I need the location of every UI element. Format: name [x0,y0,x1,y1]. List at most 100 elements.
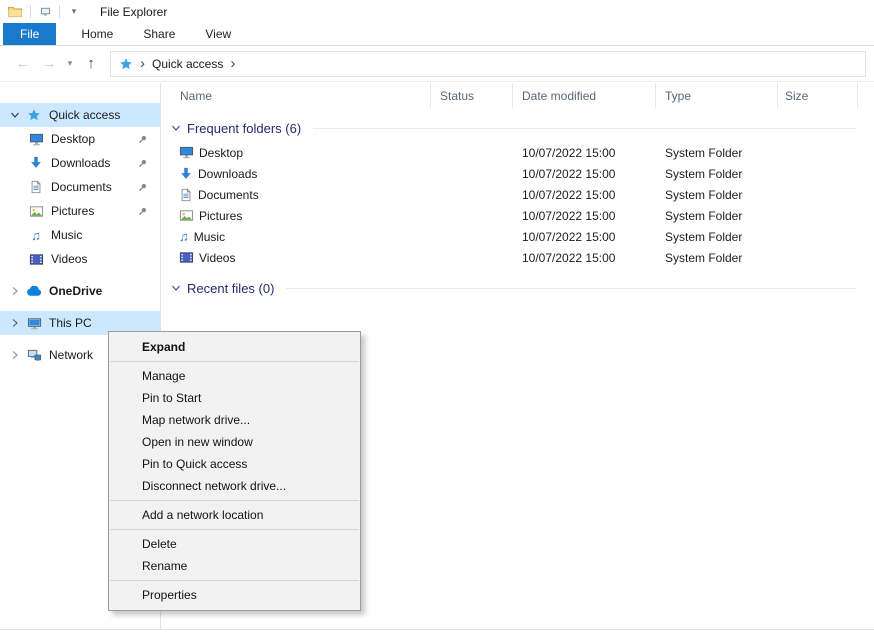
tab-share[interactable]: Share [128,23,190,45]
pin-icon [137,206,148,217]
breadcrumb-quick-access[interactable]: Quick access [152,57,223,71]
sidebar-item-desktop[interactable]: Desktop [0,127,160,151]
group-rule [313,128,856,129]
address-bar[interactable]: › Quick access › [110,51,866,77]
column-header-size[interactable]: Size [778,83,858,108]
sidebar-item-onedrive[interactable]: OneDrive [0,279,160,303]
column-header-type[interactable]: Type [656,83,778,108]
titlebar: ▾ File Explorer [0,0,874,23]
context-menu: Expand Manage Pin to Start Map network d… [108,331,361,611]
menu-item-pin-to-quick-access[interactable]: Pin to Quick access [109,453,360,475]
name-cell: Documents [169,188,431,202]
chevron-down-icon[interactable] [169,123,183,133]
date-modified-cell: 10/07/2022 15:00 [513,230,656,244]
file-row-desktop[interactable]: Desktop 10/07/2022 15:00 System Folder [169,142,874,163]
date-modified-cell: 10/07/2022 15:00 [513,167,656,181]
tab-file[interactable]: File [3,23,56,45]
sidebar-item-label: Videos [51,252,87,266]
name-cell: Pictures [169,208,431,223]
group-header-frequent-folders[interactable]: Frequent folders (6) [169,114,874,142]
column-header-name[interactable]: Name [169,83,431,108]
type-cell: System Folder [656,146,778,160]
file-row-pictures[interactable]: Pictures 10/07/2022 15:00 System Folder [169,205,874,226]
tab-view[interactable]: View [190,23,246,45]
file-row-documents[interactable]: Documents 10/07/2022 15:00 System Folder [169,184,874,205]
column-header-status[interactable]: Status [431,83,513,108]
explorer-folder-icon [7,5,23,18]
pictures-icon [26,204,46,219]
sidebar-item-label: Quick access [49,108,120,122]
name-cell: ♫ Music [169,230,431,244]
videos-icon [179,250,194,265]
file-row-videos[interactable]: Videos 10/07/2022 15:00 System Folder [169,247,874,268]
breadcrumb-chevron[interactable]: › [140,56,145,71]
column-header-date-modified[interactable]: Date modified [513,83,656,108]
pin-icon [137,158,148,169]
menu-item-delete[interactable]: Delete [109,533,360,555]
date-modified-cell: 10/07/2022 15:00 [513,146,656,160]
file-row-music[interactable]: ♫ Music 10/07/2022 15:00 System Folder [169,226,874,247]
chevron-right-icon[interactable] [6,318,24,328]
chevron-right-icon[interactable] [6,350,24,360]
menu-item-pin-to-start[interactable]: Pin to Start [109,387,360,409]
menu-item-rename[interactable]: Rename [109,555,360,577]
navigation-bar: ← → ▾ ↑ › Quick access › [0,46,874,82]
menu-separator [110,529,359,530]
onedrive-cloud-icon [24,286,44,297]
recent-locations-dropdown[interactable]: ▾ [62,52,78,76]
menu-separator [110,361,359,362]
titlebar-separator [59,5,60,18]
menu-item-open-in-new-window[interactable]: Open in new window [109,431,360,453]
back-button[interactable]: ← [10,52,36,76]
sidebar-item-music[interactable]: ♫ Music [0,223,160,247]
desktop-icon [26,132,46,147]
sidebar-item-pictures[interactable]: Pictures [0,199,160,223]
sidebar-item-documents[interactable]: Documents [0,175,160,199]
menu-item-map-network-drive[interactable]: Map network drive... [109,409,360,431]
tab-spacer [56,23,66,45]
file-row-downloads[interactable]: Downloads 10/07/2022 15:00 System Folder [169,163,874,184]
type-cell: System Folder [656,188,778,202]
downloads-icon [179,167,193,181]
sidebar-item-videos[interactable]: Videos [0,247,160,271]
name-cell: Videos [169,250,431,265]
status-bar [0,629,874,641]
menu-item-add-network-location[interactable]: Add a network location [109,504,360,526]
menu-item-properties[interactable]: Properties [109,584,360,606]
quick-access-location-icon [119,57,133,71]
downloads-icon [26,156,46,170]
sidebar-item-downloads[interactable]: Downloads [0,151,160,175]
file-name: Pictures [199,209,242,223]
quick-access-star-icon [24,108,44,122]
file-name: Downloads [198,167,257,181]
breadcrumb-chevron[interactable]: › [230,56,235,71]
up-button[interactable]: ↑ [78,52,104,76]
qat-customize-dropdown-icon[interactable]: ▾ [67,5,81,19]
file-name: Documents [198,188,259,202]
type-cell: System Folder [656,167,778,181]
sidebar-item-quick-access[interactable]: Quick access [0,103,160,127]
menu-separator [110,580,359,581]
menu-item-manage[interactable]: Manage [109,365,360,387]
file-name: Desktop [199,146,243,160]
videos-icon [26,252,46,267]
type-cell: System Folder [656,230,778,244]
pin-icon [137,134,148,145]
sidebar-group-gap [0,303,160,311]
chevron-right-icon[interactable] [6,286,24,296]
tab-home[interactable]: Home [66,23,128,45]
this-pc-icon [24,316,44,331]
quick-access-toolbar-icon[interactable] [38,5,52,19]
group-header-recent-files[interactable]: Recent files (0) [169,274,874,302]
menu-item-disconnect-network-drive[interactable]: Disconnect network drive... [109,475,360,497]
forward-button[interactable]: → [36,52,62,76]
sidebar-item-label: Music [51,228,82,242]
menu-item-expand[interactable]: Expand [109,336,360,358]
file-name: Videos [199,251,235,265]
chevron-down-icon[interactable] [169,283,183,293]
file-explorer-window: ▾ File Explorer File Home Share View ← →… [0,0,874,641]
sidebar-item-label: Downloads [51,156,110,170]
network-icon [24,348,44,363]
sidebar-item-label: Network [49,348,93,362]
chevron-down-icon[interactable] [6,110,24,120]
